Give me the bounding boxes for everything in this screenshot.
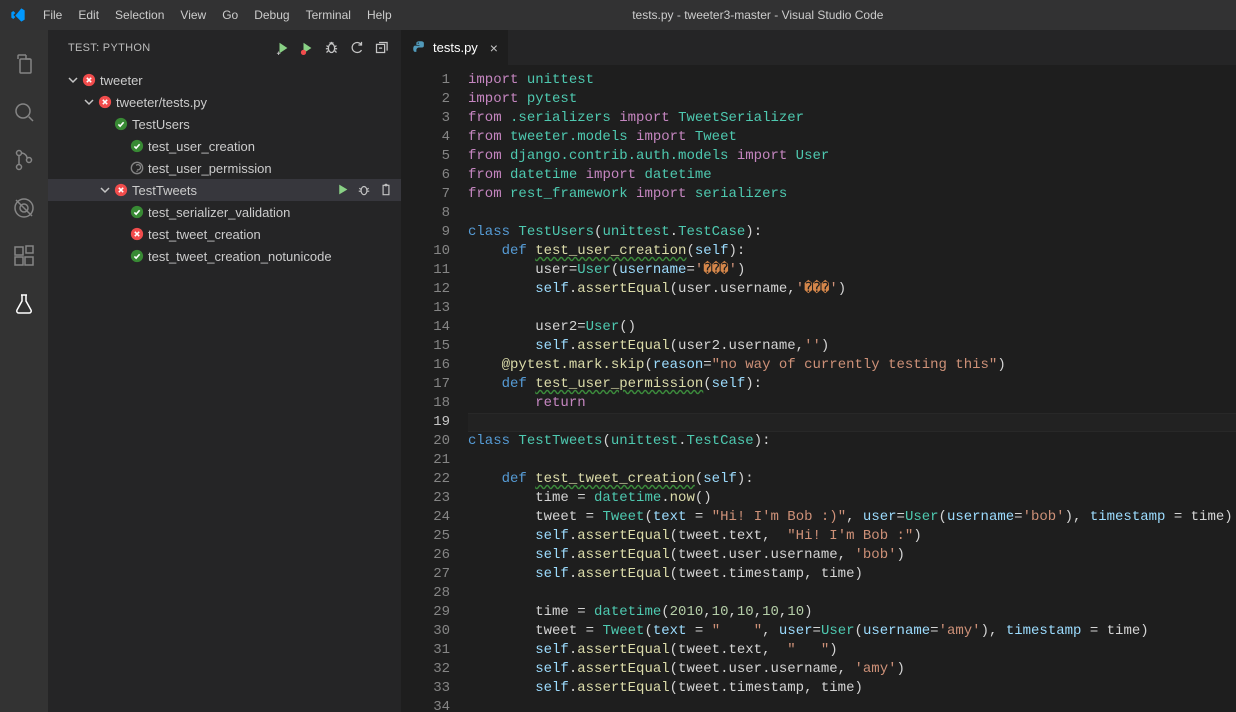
- debug-icon[interactable]: [0, 184, 48, 232]
- tab-label: tests.py: [433, 40, 478, 55]
- tree-item-label: test_user_creation: [146, 139, 255, 154]
- tree-item[interactable]: test_tweet_creation_notunicode: [48, 245, 401, 267]
- panel-header: TEST: PYTHON: [48, 30, 401, 65]
- source-control-icon[interactable]: [0, 136, 48, 184]
- status-fail-icon: [128, 227, 146, 241]
- menu-edit[interactable]: Edit: [70, 0, 107, 30]
- menu-help[interactable]: Help: [359, 0, 400, 30]
- open-test-icon[interactable]: [379, 183, 393, 197]
- run-test-icon[interactable]: [336, 183, 349, 197]
- chevron-icon[interactable]: [98, 185, 112, 195]
- tree-item[interactable]: test_user_permission: [48, 157, 401, 179]
- panel-actions: [276, 40, 389, 55]
- status-fail-icon: [80, 73, 98, 87]
- tree-item[interactable]: TestUsers: [48, 113, 401, 135]
- tree-item-label: tweeter: [98, 73, 143, 88]
- test-tree[interactable]: tweeter tweeter/tests.py TestUsers test_use…: [48, 65, 401, 712]
- test-explorer-panel: TEST: PYTHON tweeter tweeter/tests.py Test…: [48, 30, 402, 712]
- close-tab-icon[interactable]: ×: [484, 40, 498, 56]
- tree-item-label: TestTweets: [130, 183, 197, 198]
- panel-title: TEST: PYTHON: [68, 42, 276, 54]
- explorer-icon[interactable]: [0, 40, 48, 88]
- tree-item-label: test_serializer_validation: [146, 205, 290, 220]
- code-content[interactable]: import unittestimport pytestfrom .serial…: [468, 65, 1236, 712]
- tree-item[interactable]: test_serializer_validation: [48, 201, 401, 223]
- tree-item-label: test_tweet_creation: [146, 227, 261, 242]
- debug-tests-icon[interactable]: [324, 40, 339, 55]
- chevron-icon[interactable]: [66, 75, 80, 85]
- menu-terminal[interactable]: Terminal: [298, 0, 359, 30]
- menu-file[interactable]: File: [35, 0, 70, 30]
- run-failed-tests-icon[interactable]: [300, 41, 314, 55]
- editor-area: tests.py × 123456789101112131415161718192…: [402, 30, 1236, 712]
- refresh-icon[interactable]: [349, 40, 364, 55]
- tree-item-label: test_tweet_creation_notunicode: [146, 249, 332, 264]
- title-bar: FileEditSelectionViewGoDebugTerminalHelp…: [0, 0, 1236, 30]
- status-fail-icon: [112, 183, 130, 197]
- status-pass-icon: [112, 117, 130, 131]
- status-pass-icon: [128, 249, 146, 263]
- code-editor[interactable]: 1234567891011121314151617181920212223242…: [402, 65, 1236, 712]
- search-icon[interactable]: [0, 88, 48, 136]
- tree-item[interactable]: tweeter: [48, 69, 401, 91]
- editor-tabs: tests.py ×: [402, 30, 1236, 65]
- menu-bar: FileEditSelectionViewGoDebugTerminalHelp: [35, 0, 400, 30]
- run-all-tests-icon[interactable]: [276, 41, 290, 55]
- window-title: tests.py - tweeter3-master - Visual Stud…: [400, 8, 1236, 22]
- vscode-logo-icon: [0, 7, 35, 23]
- line-number-gutter: 1234567891011121314151617181920212223242…: [402, 65, 468, 712]
- status-fail-icon: [96, 95, 114, 109]
- tree-item-label: test_user_permission: [146, 161, 272, 176]
- tree-item[interactable]: TestTweets: [48, 179, 401, 201]
- status-skip-icon: [128, 161, 146, 175]
- test-icon[interactable]: [0, 280, 48, 328]
- menu-selection[interactable]: Selection: [107, 0, 172, 30]
- status-pass-icon: [128, 205, 146, 219]
- menu-view[interactable]: View: [172, 0, 214, 30]
- tree-item[interactable]: test_user_creation: [48, 135, 401, 157]
- status-pass-icon: [128, 139, 146, 153]
- tree-item-label: tweeter/tests.py: [114, 95, 207, 110]
- tree-item[interactable]: test_tweet_creation: [48, 223, 401, 245]
- debug-test-icon[interactable]: [357, 183, 371, 197]
- extensions-icon[interactable]: [0, 232, 48, 280]
- collapse-all-icon[interactable]: [374, 40, 389, 55]
- tree-item[interactable]: tweeter/tests.py: [48, 91, 401, 113]
- tree-item-label: TestUsers: [130, 117, 190, 132]
- activity-bar: [0, 30, 48, 712]
- editor-tab[interactable]: tests.py ×: [402, 30, 509, 65]
- menu-debug[interactable]: Debug: [246, 0, 297, 30]
- python-file-icon: [412, 40, 427, 55]
- menu-go[interactable]: Go: [214, 0, 246, 30]
- chevron-icon[interactable]: [82, 97, 96, 107]
